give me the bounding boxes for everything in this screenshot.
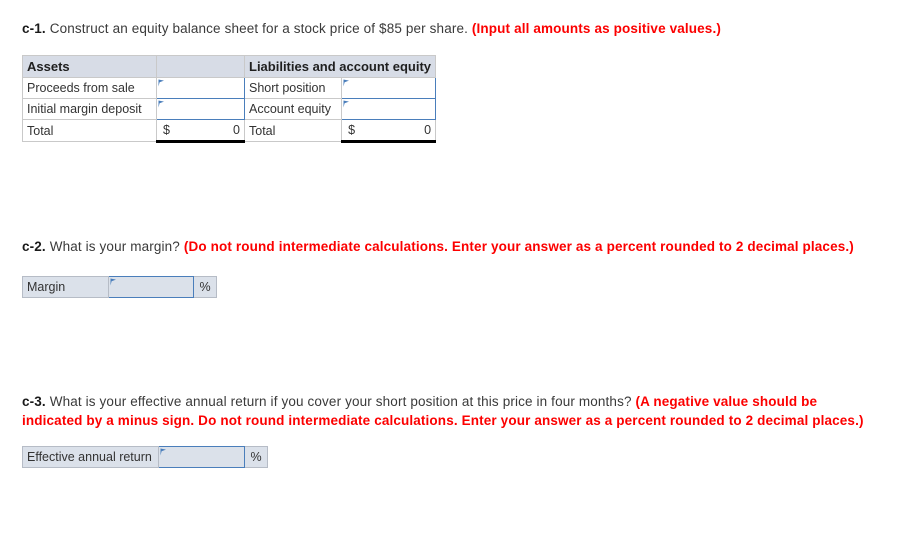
cell-marker-icon <box>110 278 117 286</box>
cell-marker-icon <box>158 79 165 87</box>
label-effective-annual-return: Effective annual return <box>22 446 159 468</box>
question-c3-prompt: c-3. What is your effective annual retur… <box>22 392 872 430</box>
input-initial-margin-deposit[interactable] <box>156 98 245 120</box>
table-row: Proceeds from sale Short position <box>22 77 437 99</box>
label-short-position: Short position <box>243 77 343 99</box>
liabilities-total-currency: $ <box>348 123 356 137</box>
assets-total-currency: $ <box>163 123 170 137</box>
question-c2-text: What is your margin? <box>45 239 184 254</box>
question-c2-hint: (Do not round intermediate calculations.… <box>183 239 854 254</box>
assets-total-amount: 0 <box>233 123 240 137</box>
input-short-position[interactable] <box>341 77 437 99</box>
question-c1-hint: (Input all amounts as positive values.) <box>471 21 721 36</box>
cell-marker-icon <box>160 448 167 456</box>
label-proceeds-from-sale: Proceeds from sale <box>22 77 157 99</box>
effective-annual-return-answer-table: Effective annual return % <box>22 446 268 468</box>
label-assets-total: Total <box>22 119 157 142</box>
unit-margin-percent: % <box>193 276 217 298</box>
question-c2-prompt: c-2. What is your margin? (Do not round … <box>22 237 892 256</box>
margin-answer-table: Margin % <box>22 276 217 298</box>
header-assets: Assets <box>22 55 157 78</box>
table-row: Effective annual return % <box>22 446 268 468</box>
cell-marker-icon <box>343 100 350 108</box>
liabilities-total-amount: 0 <box>424 123 432 137</box>
unit-ear-percent: % <box>244 446 268 468</box>
header-assets-value-spacer <box>156 55 245 78</box>
cell-marker-icon <box>343 79 350 87</box>
cell-marker-icon <box>158 100 165 108</box>
table-header-row: Assets Liabilities and account equity <box>22 55 437 78</box>
label-margin: Margin <box>22 276 109 298</box>
input-margin[interactable] <box>108 276 194 298</box>
question-c1-tag: c-1. <box>22 21 46 36</box>
value-liabilities-total: $ 0 <box>341 119 437 143</box>
header-liabilities-and-account-equity: Liabilities and account equity <box>243 55 437 78</box>
label-account-equity: Account equity <box>243 98 343 120</box>
table-row: Initial margin deposit Account equity <box>22 98 437 120</box>
question-c3-text: What is your effective annual return if … <box>45 394 636 409</box>
input-effective-annual-return[interactable] <box>158 446 245 468</box>
table-total-row: Total $ 0 Total $ 0 <box>22 119 437 143</box>
input-proceeds-from-sale[interactable] <box>156 77 245 99</box>
question-c2-tag: c-2. <box>22 239 46 254</box>
input-account-equity[interactable] <box>341 98 437 120</box>
question-c1-prompt: c-1. Construct an equity balance sheet f… <box>22 19 882 38</box>
label-liabilities-total: Total <box>243 119 343 142</box>
question-c1-text: Construct an equity balance sheet for a … <box>45 21 472 36</box>
equity-balance-sheet-table: Assets Liabilities and account equity Pr… <box>22 55 437 143</box>
value-assets-total: $ 0 <box>156 119 245 143</box>
label-initial-margin-deposit: Initial margin deposit <box>22 98 157 120</box>
table-row: Margin % <box>22 276 217 298</box>
question-c3-tag: c-3. <box>22 394 46 409</box>
